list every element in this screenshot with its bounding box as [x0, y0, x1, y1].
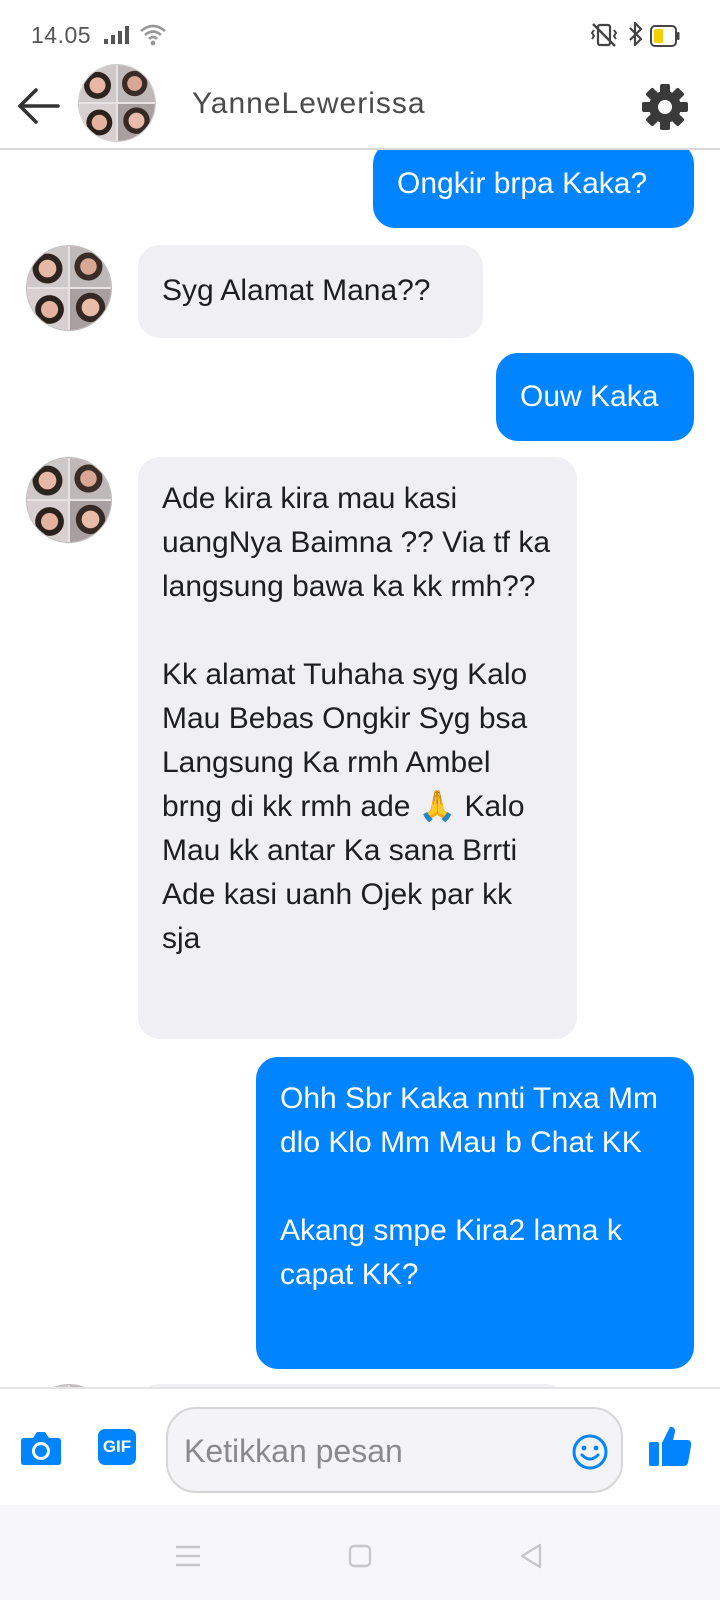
message-text-field[interactable]	[184, 1427, 554, 1475]
emoji-icon[interactable]	[571, 1433, 609, 1471]
message-bubble-incoming[interactable]: Syg Alamat Mana??	[138, 245, 483, 338]
signal-icon	[104, 26, 129, 44]
message-avatar	[26, 245, 112, 331]
contact-name[interactable]: YanneLewerissa	[192, 87, 426, 121]
status-bar: 14.05	[0, 0, 720, 62]
message-bubble-outgoing[interactable]: Ongkir brpa Kaka?	[373, 150, 694, 228]
vibrate-off-icon	[590, 23, 618, 47]
chat-header: YanneLewerissa	[0, 62, 720, 150]
contact-avatar[interactable]	[78, 64, 156, 142]
home-icon[interactable]	[348, 1544, 372, 1568]
message-list[interactable]: Ongkir brpa Kaka? Syg Alamat Mana?? Ouw …	[0, 150, 720, 1387]
message-composer: GIF	[0, 1387, 720, 1505]
message-bubble-outgoing[interactable]: Ohh Sbr Kaka nnti Tnxa Mm dlo Klo Mm Mau…	[256, 1057, 694, 1369]
system-navigation-bar	[0, 1505, 720, 1600]
thumbs-up-icon[interactable]	[647, 1423, 693, 1469]
bluetooth-icon	[629, 21, 643, 47]
message-bubble-incoming[interactable]: Ade kira kira mau kasi uangNya Baimna ??…	[138, 457, 577, 1039]
gif-label: GIF	[102, 1437, 132, 1456]
messenger-chat-screen: 14.05 YanneLewerissa Ongkir brpa Kaka? S…	[0, 0, 720, 1600]
message-input[interactable]	[166, 1407, 623, 1493]
gif-icon[interactable]: GIF	[98, 1429, 136, 1465]
message-avatar	[26, 457, 112, 543]
recent-apps-icon[interactable]	[175, 1545, 201, 1567]
message-bubble-outgoing[interactable]: Ouw Kaka	[496, 353, 694, 441]
status-time: 14.05	[31, 22, 92, 48]
battery-icon	[650, 25, 680, 47]
camera-icon[interactable]	[20, 1429, 62, 1467]
avatar-image	[79, 65, 155, 141]
gear-icon[interactable]	[640, 82, 690, 132]
nav-back-icon[interactable]	[518, 1542, 544, 1570]
wifi-icon	[140, 24, 166, 46]
back-arrow-icon[interactable]	[16, 84, 62, 128]
